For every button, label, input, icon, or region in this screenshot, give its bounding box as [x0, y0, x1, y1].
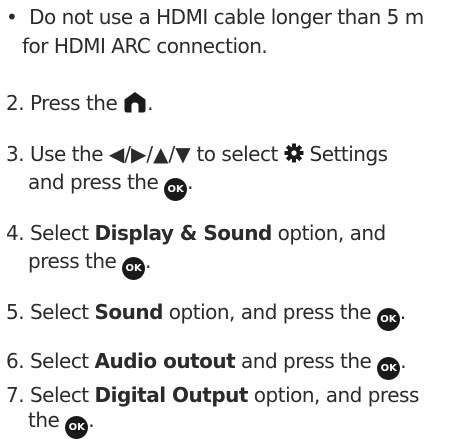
ok-button-icon: OK: [122, 257, 146, 280]
step-text: Select: [29, 349, 95, 373]
step-2: 2. Press the .: [6, 90, 153, 115]
step-text-mid: option, and press the: [162, 300, 377, 324]
step-3-cont: and press the OK.: [28, 170, 194, 201]
step-text-mid: option, and press: [247, 383, 420, 407]
step-text: Select: [29, 221, 95, 245]
bullet-marker: •: [6, 5, 18, 29]
step-text: press the: [28, 249, 123, 273]
step-number: 7.: [6, 383, 25, 407]
step-text-mid: and press the: [235, 349, 378, 373]
step-text: and press the: [28, 170, 165, 194]
option-name: Digital Output: [94, 383, 249, 407]
bullet-text-cont: for HDMI ARC connection.: [22, 34, 268, 58]
gear-icon: [284, 143, 304, 163]
bullet-note-line1: • Do not use a HDMI cable longer than 5 …: [6, 5, 424, 29]
ok-button-icon: OK: [164, 178, 188, 201]
step-7-cont: the OK.: [28, 408, 95, 439]
bullet-note-line2: for HDMI ARC connection.: [22, 34, 268, 58]
step-number: 6.: [6, 349, 25, 373]
step-text-end: .: [400, 349, 407, 373]
ok-button-icon: OK: [377, 357, 401, 380]
step-text-end: .: [399, 300, 406, 324]
step-text-end: .: [145, 249, 152, 273]
option-name: Audio outout: [94, 349, 236, 373]
step-number: 3.: [6, 142, 25, 166]
step-7: 7. Select Digital Output option, and pre…: [6, 383, 419, 407]
step-text: the: [28, 408, 66, 432]
ok-button-icon: OK: [65, 416, 89, 439]
step-text: Use the: [29, 142, 109, 166]
step-text: Select: [29, 383, 95, 407]
step-4: 4. Select Display & Sound option, and: [6, 221, 386, 245]
step-text-end: .: [187, 170, 194, 194]
step-text-end: .: [88, 408, 95, 432]
step-text-end: .: [147, 91, 153, 115]
ok-button-icon: OK: [376, 308, 400, 331]
settings-label: Settings: [303, 142, 389, 166]
step-text: Select: [29, 300, 95, 324]
home-icon: [124, 92, 146, 113]
step-text: Press the: [29, 91, 124, 115]
step-6: 6. Select Audio outout and press the OK.: [6, 349, 407, 380]
step-5: 5. Select Sound option, and press the OK…: [6, 300, 406, 331]
step-number: 2.: [6, 91, 25, 115]
step-4-cont: press the OK.: [28, 249, 152, 280]
step-text-mid: option, and: [271, 221, 387, 245]
step-text-mid: to select: [190, 142, 284, 166]
direction-arrows: ◀/▶/▲/▼: [108, 142, 191, 166]
bullet-text: Do not use a HDMI cable longer than 5 m: [29, 5, 424, 29]
step-3: 3. Use the ◀/▶/▲/▼ to select Settings: [6, 142, 388, 166]
option-name: Display & Sound: [94, 221, 273, 245]
option-name: Sound: [94, 300, 164, 324]
step-number: 5.: [6, 300, 25, 324]
step-number: 4.: [6, 221, 25, 245]
